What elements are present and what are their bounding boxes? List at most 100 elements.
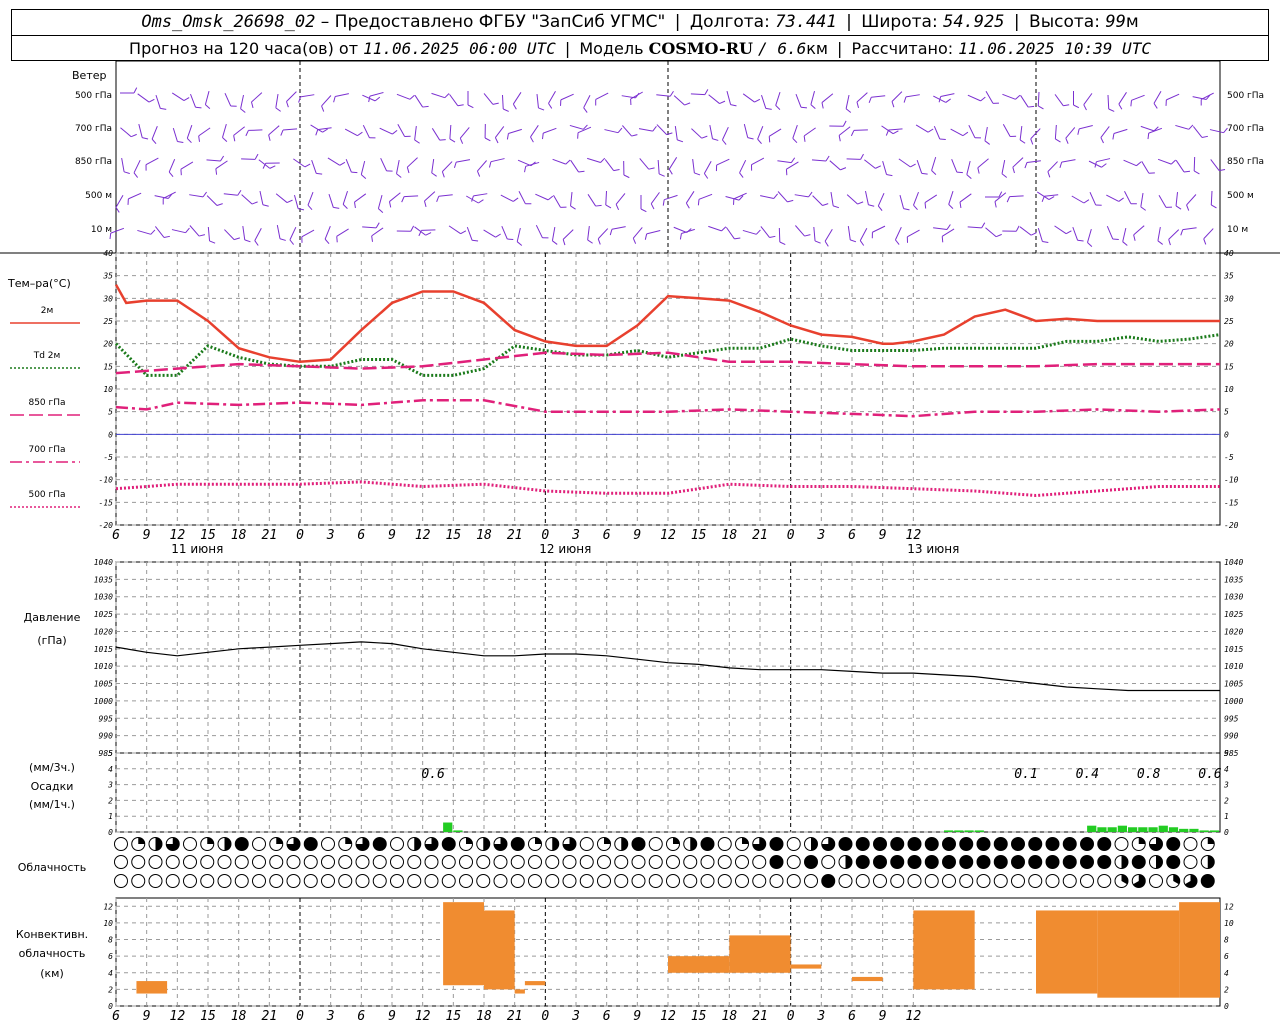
wind-barb [501, 94, 504, 110]
wind-barb [242, 225, 246, 240]
wind-barb [899, 194, 905, 209]
cloud-cover-circle [1183, 837, 1198, 851]
wind-barb-feather [375, 222, 380, 229]
wind-level-right: 700 гПа [1227, 124, 1264, 134]
cloud-cover-circle [1045, 855, 1060, 869]
ytick-right-precip: 4 [1224, 765, 1229, 774]
wind-barb [646, 230, 661, 235]
wind-barb [431, 128, 441, 141]
cloud-cover-fill [466, 837, 473, 844]
wind-barb-feather [927, 128, 934, 133]
cloud-cover-circle [579, 855, 594, 869]
wind-barb-feather [220, 155, 225, 162]
cloud-cover-circle [993, 855, 1008, 869]
cloud-cover-circle [1028, 874, 1043, 888]
wind-barb [1037, 91, 1040, 107]
temp-title: Тем–ра(°С) [7, 277, 71, 290]
wind-barb [171, 229, 186, 234]
cloud-cover-circle [424, 874, 439, 888]
ytick-left-precip: 2 [108, 796, 113, 805]
wind-barb [459, 127, 470, 139]
wind-barb-feather [924, 202, 927, 209]
wind-barb [224, 92, 232, 107]
wind-barb [821, 93, 834, 103]
wind-barb [233, 126, 245, 136]
xtick-temp: 15 [200, 528, 216, 543]
wind-barb-feather [406, 167, 410, 174]
wind-barb [1020, 95, 1029, 108]
cloud-cover-circle [131, 874, 146, 888]
cloud-cover-circle [717, 855, 732, 869]
wind-barb-feather [640, 208, 647, 213]
wind-barb [813, 226, 816, 241]
wind-barb-feather [757, 138, 762, 144]
wind-barb [1166, 93, 1180, 101]
cloud-cover-circle [666, 874, 680, 888]
wind-barb [888, 128, 903, 131]
wind-barb-feather [891, 101, 895, 108]
precip-bar [453, 830, 463, 832]
wind-barb-feather [262, 204, 269, 207]
wind-barb-feather [1015, 94, 1021, 100]
cloud-cover-circle [942, 874, 956, 888]
cloud-cover-circle [407, 874, 422, 888]
wind-barb-feather [1019, 139, 1026, 144]
cloud-cover-circle [528, 874, 542, 888]
ytick-right-temp: 15 [1224, 362, 1234, 371]
cloud-cover-circle [252, 837, 266, 851]
wind-barb-feather [1063, 104, 1070, 107]
cloud-cover-fill [535, 837, 542, 844]
wind-barb [877, 192, 885, 207]
wind-barb [726, 90, 732, 105]
wind-barb [276, 224, 281, 239]
wind-barb [562, 229, 574, 240]
wind-barb [456, 159, 471, 163]
precip-bars [443, 822, 1219, 832]
wind-barb [240, 94, 245, 109]
ytick-left-conv: 12 [103, 902, 113, 911]
cloud-cover-circle [562, 855, 577, 869]
cloud-cover-circle [459, 855, 473, 869]
cloud-cover-circle [993, 837, 1008, 851]
conv-title-2: облачность [19, 947, 86, 960]
ytick-left-temp: 25 [103, 317, 113, 326]
cloud-cover-circle [165, 874, 180, 888]
cloud-cover-circle [855, 837, 870, 851]
ytick-left-conv: 2 [108, 985, 113, 994]
wind-barb [597, 228, 609, 240]
wind-barb-feather [401, 196, 405, 203]
wind-barb [301, 229, 315, 238]
wind-barb [967, 226, 982, 229]
day-label: 11 июня [171, 542, 223, 556]
wind-barb [632, 227, 643, 239]
wind-barb-feather [516, 241, 523, 246]
wind-barb-feather [1211, 204, 1217, 209]
wind-barb [145, 157, 159, 166]
wind-barb [1157, 158, 1172, 165]
ytick-right-press: 1040 [1224, 558, 1243, 567]
precip-total: 0.6 [421, 767, 445, 782]
wind-barb [516, 227, 521, 242]
wind-barb [639, 158, 650, 170]
wind-barb [190, 93, 196, 108]
wind-level-left: 10 м [91, 225, 112, 235]
cloud-title: Облачность [18, 861, 87, 874]
ytick-right-temp: 30 [1223, 294, 1234, 303]
wind-barb [894, 226, 902, 241]
cloud-cover-circle [631, 855, 646, 869]
wind-barb [760, 226, 770, 238]
wind-barb [859, 227, 868, 241]
wind-barb-feather [423, 200, 427, 207]
cloud-cover-circle [890, 874, 905, 888]
wind-barb-feather [804, 234, 811, 237]
cloud-cover-circle [786, 874, 801, 888]
wind-barb-feather [679, 233, 682, 240]
wind-barb-feather [1118, 197, 1124, 202]
wind-barb-feather [1041, 196, 1045, 203]
wind-barb-feather [755, 229, 761, 235]
wind-barb [1118, 92, 1127, 105]
wind-barb [743, 123, 749, 138]
wind-barb [1175, 160, 1185, 173]
wind-barb [477, 160, 487, 172]
wind-barb [1072, 226, 1079, 241]
